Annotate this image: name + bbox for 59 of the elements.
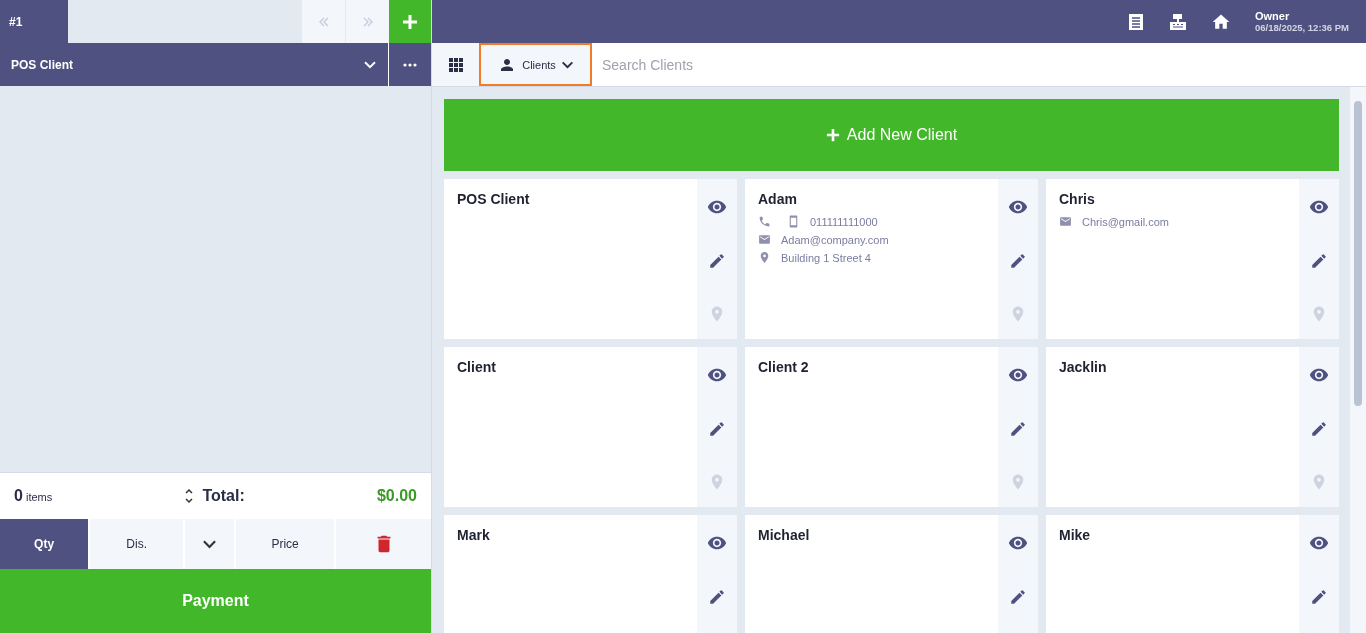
clients-dropdown[interactable]: Clients [479,43,592,86]
keypad-button[interactable]: Price [236,519,334,569]
keypad-button[interactable]: Dis. [90,519,184,569]
edit-icon[interactable] [1310,420,1328,438]
user-name: Owner [1255,10,1291,22]
total-label: Total: [202,487,245,505]
client-name: Chris [1059,191,1096,207]
plus-icon [825,128,840,142]
date-time: 06/18/2025, 12:36 PM [1255,22,1350,33]
edit-icon[interactable] [708,588,726,606]
client-card[interactable]: Adam 011111111000 Adam@company.com Building 1 Street 4 [745,179,1038,339]
plus-icon [402,13,418,30]
client-card[interactable]: Client [444,347,737,507]
sort-icon[interactable] [184,487,195,505]
client-card[interactable]: Mark [444,515,737,633]
delete-button[interactable] [336,519,431,569]
scrollbar[interactable] [1350,87,1366,633]
chevron-down-icon [364,60,376,69]
chevron-down-icon [203,539,217,549]
edit-icon[interactable] [1009,420,1027,438]
item-count: 0 items [14,487,53,505]
client-name: POS Client [457,191,531,207]
location-pin-icon [758,251,771,264]
client-name: Mike [1059,527,1092,543]
client-card[interactable]: Client 2 [745,347,1038,507]
contact-text: Building 1 Street 4 [781,251,871,264]
chevron-down-icon [561,60,573,69]
receipt-icon[interactable] [1127,12,1145,31]
client-card[interactable]: Chris Chris@gmail.com [1046,179,1339,339]
edit-icon[interactable] [708,420,726,438]
more-icon [403,62,417,67]
edit-icon[interactable] [1310,252,1328,270]
client-card[interactable]: Jacklin [1046,347,1339,507]
keypad-button[interactable]: Qty [0,519,89,569]
client-name: Client 2 [758,359,810,375]
mail-icon [758,233,771,246]
client-card[interactable]: Michael [745,515,1038,633]
client-name: Adam [758,191,798,207]
client-name: Mark [457,527,491,543]
client-card[interactable]: Mike [1046,515,1339,633]
contact-text: 011111111000 [810,215,878,228]
mail-icon [1059,215,1072,228]
phone-icon [758,215,771,228]
total-amount: $0.00 [376,487,417,505]
edit-icon[interactable] [1009,588,1027,606]
contact-text: Adam@company.com [781,233,889,246]
edit-icon[interactable] [1310,588,1328,606]
grid-icon [448,57,463,72]
client-card[interactable]: POS Client [444,179,737,339]
cash-register-icon[interactable] [1169,12,1187,31]
mobile-phone-icon [787,215,800,228]
edit-icon[interactable] [1009,252,1027,270]
client-name: Michael [758,527,811,543]
client-name: Jacklin [1059,359,1108,375]
contact-text: Chris@gmail.com [1082,215,1169,228]
grid-button[interactable] [432,43,479,86]
client-name: Client [457,359,497,375]
order-tab[interactable]: #1 [0,0,68,43]
edit-icon[interactable] [708,252,726,270]
